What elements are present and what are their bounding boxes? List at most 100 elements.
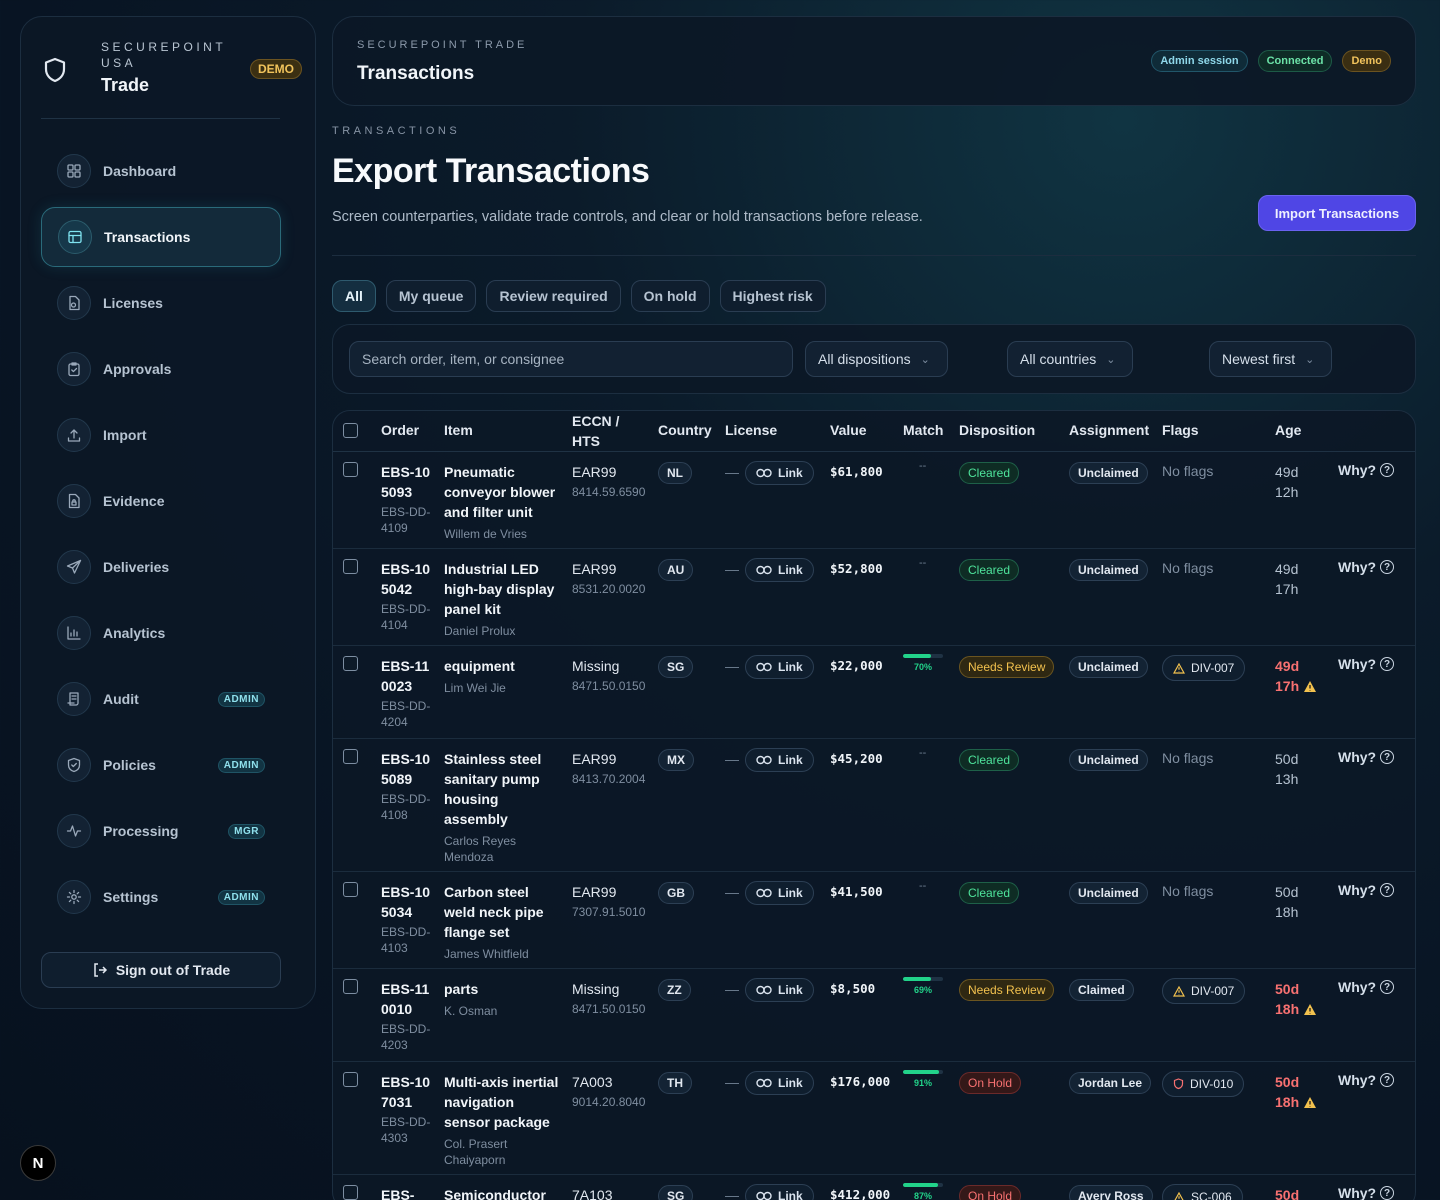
link-license-button[interactable]: Link [745,1071,814,1095]
column-header-disposition[interactable]: Disposition [959,422,1035,438]
assignment-badge[interactable]: Unclaimed [1069,462,1148,484]
order-cell[interactable]: EBS-110010 EBS-DD-4203 [381,979,431,1053]
alert-triangle-icon [1173,662,1185,674]
match-bar [903,1183,943,1187]
sidebar-item-licenses[interactable]: Licenses [41,273,281,333]
assignment-badge[interactable]: Avery Ross [1069,1185,1153,1200]
why-button[interactable]: Why?? [1338,559,1395,575]
sidebar-item-label: Settings [103,889,159,905]
link-license-button[interactable]: Link [745,1184,814,1200]
row-checkbox[interactable] [343,656,358,671]
select-all-checkbox[interactable] [343,423,358,438]
order-cell[interactable]: EBS-110023 EBS-DD-4204 [381,656,431,730]
assignment-badge[interactable]: Jordan Lee [1069,1072,1152,1094]
table-row[interactable]: EBS-107031 EBS-DD-4303 Multi-axis inertial… [333,1062,1415,1175]
sidebar-item-evidence[interactable]: Evidence [41,471,281,531]
sidebar-item-dashboard[interactable]: Dashboard [41,141,281,201]
row-checkbox[interactable] [343,1185,358,1200]
row-checkbox[interactable] [343,882,358,897]
why-button[interactable]: Why?? [1338,462,1395,478]
column-header-match[interactable]: Match [903,422,943,438]
assignment-badge[interactable]: Unclaimed [1069,882,1148,904]
column-header-flags[interactable]: Flags [1162,422,1199,438]
tab-review-required[interactable]: Review required [486,280,621,312]
table-row[interactable]: EBS- Semiconductor 7A103 SG — Link $412,000 87%… [333,1175,1415,1200]
assignment-badge[interactable]: Unclaimed [1069,656,1148,678]
country-select[interactable]: All countries ⌄ [1007,341,1133,377]
why-button[interactable]: Why?? [1338,1185,1395,1200]
consignee-name: Lim Wei Jie [444,681,506,695]
row-checkbox[interactable] [343,979,358,994]
assignment-badge[interactable]: Unclaimed [1069,749,1148,771]
sidebar-item-transactions[interactable]: Transactions [41,207,281,267]
sidebar-item-processing[interactable]: Processing MGR [41,801,281,861]
order-cell[interactable]: EBS-107031 EBS-DD-4303 [381,1072,431,1146]
why-button[interactable]: Why?? [1338,979,1395,995]
why-button[interactable]: Why?? [1338,882,1395,898]
tab-all[interactable]: All [332,280,376,312]
assignment-badge[interactable]: Unclaimed [1069,559,1148,581]
why-button[interactable]: Why?? [1338,1072,1395,1088]
table-row[interactable]: EBS-105093 EBS-DD-4109 Pneumatic conveyor … [333,452,1415,549]
tab-my-queue[interactable]: My queue [385,280,477,312]
column-header-eccn-hts[interactable]: ECCN / HTS [572,411,630,451]
row-checkbox[interactable] [343,749,358,764]
column-header-value[interactable]: Value [830,422,867,438]
why-button[interactable]: Why?? [1338,749,1395,765]
row-checkbox[interactable] [343,462,358,477]
link-license-button[interactable]: Link [745,558,814,582]
sidebar-item-analytics[interactable]: Analytics [41,603,281,663]
tab-on-hold[interactable]: On hold [630,280,710,312]
sidebar-item-import[interactable]: Import [41,405,281,465]
flag-chip[interactable]: SC-006 [1162,1184,1243,1200]
clipboard-check-icon [57,352,91,386]
why-button[interactable]: Why?? [1338,656,1395,672]
tab-highest-risk[interactable]: Highest risk [719,280,826,312]
table-row[interactable]: EBS-110023 EBS-DD-4204 equipment Lim Wei Ji… [333,646,1415,739]
transaction-value: $176,000 [830,1074,891,1089]
order-cell[interactable]: EBS-105042 EBS-DD-4104 [381,559,431,633]
column-header-item[interactable]: Item [444,422,473,438]
order-cell[interactable]: EBS-105034 EBS-DD-4103 [381,882,431,956]
link-license-button[interactable]: Link [745,655,814,679]
flag-chip[interactable]: DIV-007 [1162,655,1246,681]
filter-bar: All dispositions ⌄ All countries ⌄ Newes… [332,324,1416,394]
flag-chip[interactable]: DIV-007 [1162,978,1246,1004]
column-header-assignment[interactable]: Assignment [1069,422,1149,438]
link-license-button[interactable]: Link [745,461,814,485]
assignment-badge[interactable]: Claimed [1069,979,1134,1001]
table-row[interactable]: EBS-105034 EBS-DD-4103 Carbon steel weld n… [333,872,1415,969]
sidebar-item-settings[interactable]: Settings ADMIN [41,867,281,927]
why-label: Why? [1338,559,1377,575]
admin-session-badge: Admin session [1151,50,1248,72]
column-header-age[interactable]: Age [1275,422,1301,438]
sidebar-item-deliveries[interactable]: Deliveries [41,537,281,597]
table-row[interactable]: EBS-110010 EBS-DD-4203 parts K. Osman Missin… [333,969,1415,1062]
sidebar-item-approvals[interactable]: Approvals [41,339,281,399]
link-license-button[interactable]: Link [745,748,814,772]
bar-chart-icon [57,616,91,650]
disposition-select[interactable]: All dispositions ⌄ [805,341,948,377]
order-number: EBS- [381,1187,415,1200]
order-cell[interactable]: EBS- [381,1185,431,1200]
column-header-license[interactable]: License [725,422,777,438]
n-badge[interactable]: N [20,1145,56,1181]
sidebar-item-policies[interactable]: Policies ADMIN [41,735,281,795]
search-input[interactable] [349,341,793,377]
table-row[interactable]: EBS-105089 EBS-DD-4108 Stainless steel san… [333,739,1415,872]
column-header-order[interactable]: Order [381,422,419,438]
sort-select[interactable]: Newest first ⌄ [1209,341,1332,377]
column-header-country[interactable]: Country [658,422,712,438]
order-cell[interactable]: EBS-105093 EBS-DD-4109 [381,462,431,536]
flag-chip[interactable]: DIV-010 [1162,1071,1245,1097]
link-license-button[interactable]: Link [745,881,814,905]
sidebar-item-audit[interactable]: Audit ADMIN [41,669,281,729]
eccn-code: 7A103 [572,1187,613,1200]
row-checkbox[interactable] [343,559,358,574]
sign-out-button[interactable]: Sign out of Trade [41,952,281,988]
row-checkbox[interactable] [343,1072,358,1087]
order-cell[interactable]: EBS-105089 EBS-DD-4108 [381,749,431,823]
link-license-button[interactable]: Link [745,978,814,1002]
import-transactions-button[interactable]: Import Transactions [1258,195,1416,231]
table-row[interactable]: EBS-105042 EBS-DD-4104 Industrial LED high… [333,549,1415,646]
